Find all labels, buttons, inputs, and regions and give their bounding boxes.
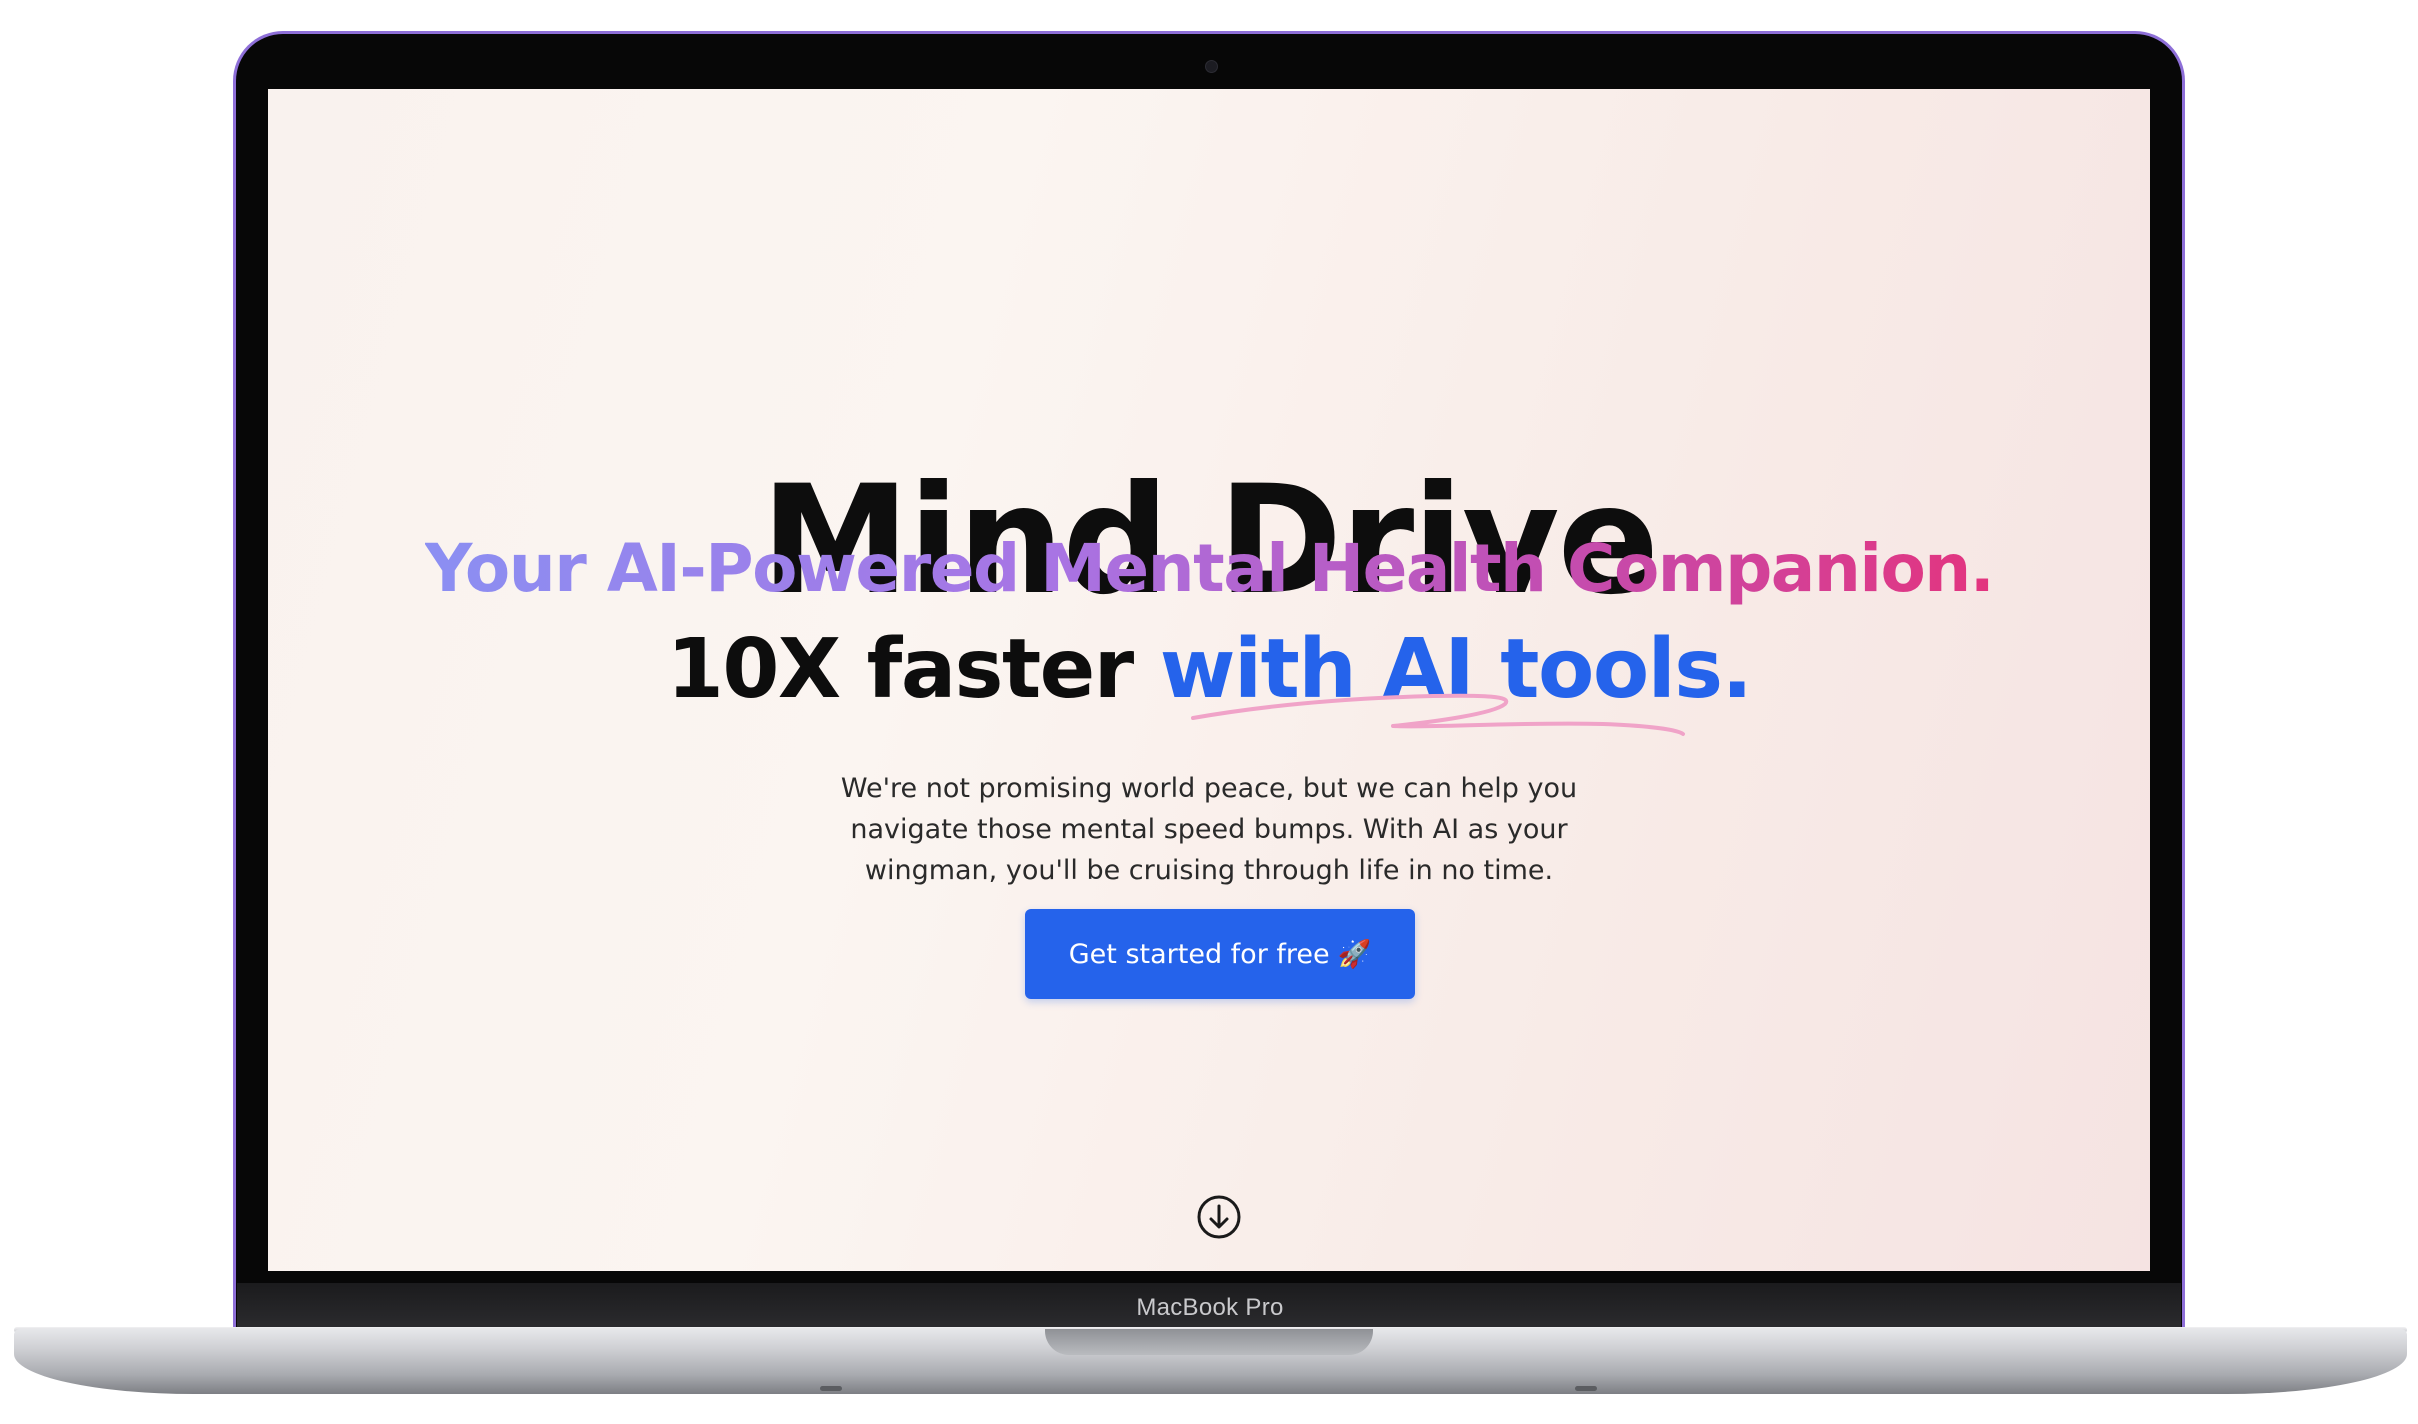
hero-subtitle: Your AI-Powered Mental Health Companion. <box>268 530 2150 607</box>
tagline-plain: 10X faster <box>666 622 1160 717</box>
scribble-underline-icon <box>1191 693 1685 736</box>
trackpad-notch <box>1045 1329 1373 1355</box>
get-started-label: Get started for free <box>1068 938 1330 970</box>
device-label: MacBook Pro <box>1136 1294 1284 1321</box>
laptop-mockup: Mind Drive Your AI-Powered Mental Health… <box>0 0 2418 1424</box>
hero-subtitle-text: Your AI-Powered Mental Health Companion. <box>424 530 1995 607</box>
hero-description: We're not promising world peace, but we … <box>840 773 1578 886</box>
get-started-button[interactable]: Get started for free 🚀 <box>1025 909 1415 999</box>
laptop-foot-right <box>1575 1386 1597 1391</box>
screen: Mind Drive Your AI-Powered Mental Health… <box>268 89 2150 1271</box>
camera-icon <box>1205 60 1218 73</box>
laptop-foot-left <box>820 1386 842 1391</box>
rocket-icon: 🚀 <box>1337 939 1372 970</box>
arrow-down-circle-icon[interactable] <box>1196 1194 1242 1240</box>
